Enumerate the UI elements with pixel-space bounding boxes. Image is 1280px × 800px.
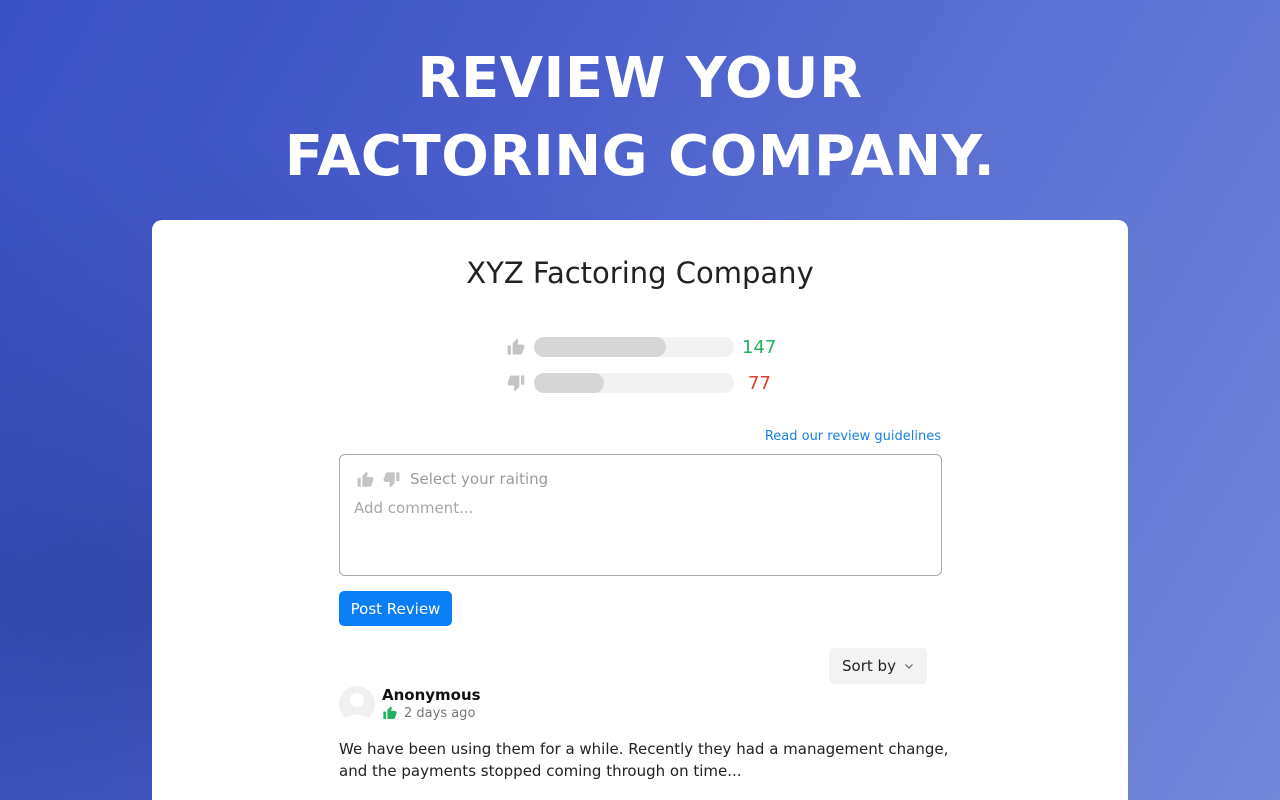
negative-count: 77 [748,372,771,394]
review-text: We have been using them for a while. Rec… [339,740,949,780]
positive-bar-track [534,337,734,357]
negative-stat-row: 77 [504,371,771,395]
hero-line-1: REVIEW YOUR [417,46,863,111]
sort-by-dropdown[interactable]: Sort by [829,648,927,684]
rate-thumbs-down-button[interactable] [380,468,402,490]
thumbs-down-icon [383,471,399,487]
thumbs-up-icon [382,705,398,721]
hero-headline: REVIEW YOUR FACTORING COMPANY. [0,40,1280,196]
thumbs-up-icon [504,335,528,359]
chevron-down-icon [904,661,914,671]
review-form: Select your raiting [339,454,942,576]
rate-thumbs-up-button[interactable] [354,468,376,490]
review-author: Anonymous [382,686,481,704]
user-placeholder-icon [344,693,370,722]
review-meta: 2 days ago [382,705,475,721]
negative-bar-fill [534,373,604,393]
thumbs-down-icon [504,371,528,395]
positive-count: 147 [742,336,777,358]
positive-stat-row: 147 [504,335,776,359]
sort-by-label: Sort by [842,657,896,675]
hero-line-2: FACTORING COMPANY. [284,124,996,189]
comment-input[interactable] [354,499,924,565]
rating-selector: Select your raiting [354,468,548,490]
review-card: XYZ Factoring Company 147 77 Read our re… [152,220,1128,800]
post-review-button[interactable]: Post Review [339,591,452,626]
positive-bar-fill [534,337,666,357]
company-name: XYZ Factoring Company [466,256,814,290]
review-guidelines-link[interactable]: Read our review guidelines [765,429,941,444]
negative-bar-track [534,373,734,393]
avatar [339,686,375,722]
review-timestamp: 2 days ago [404,705,476,721]
thumbs-up-icon [357,471,373,487]
rating-label: Select your raiting [410,470,549,488]
